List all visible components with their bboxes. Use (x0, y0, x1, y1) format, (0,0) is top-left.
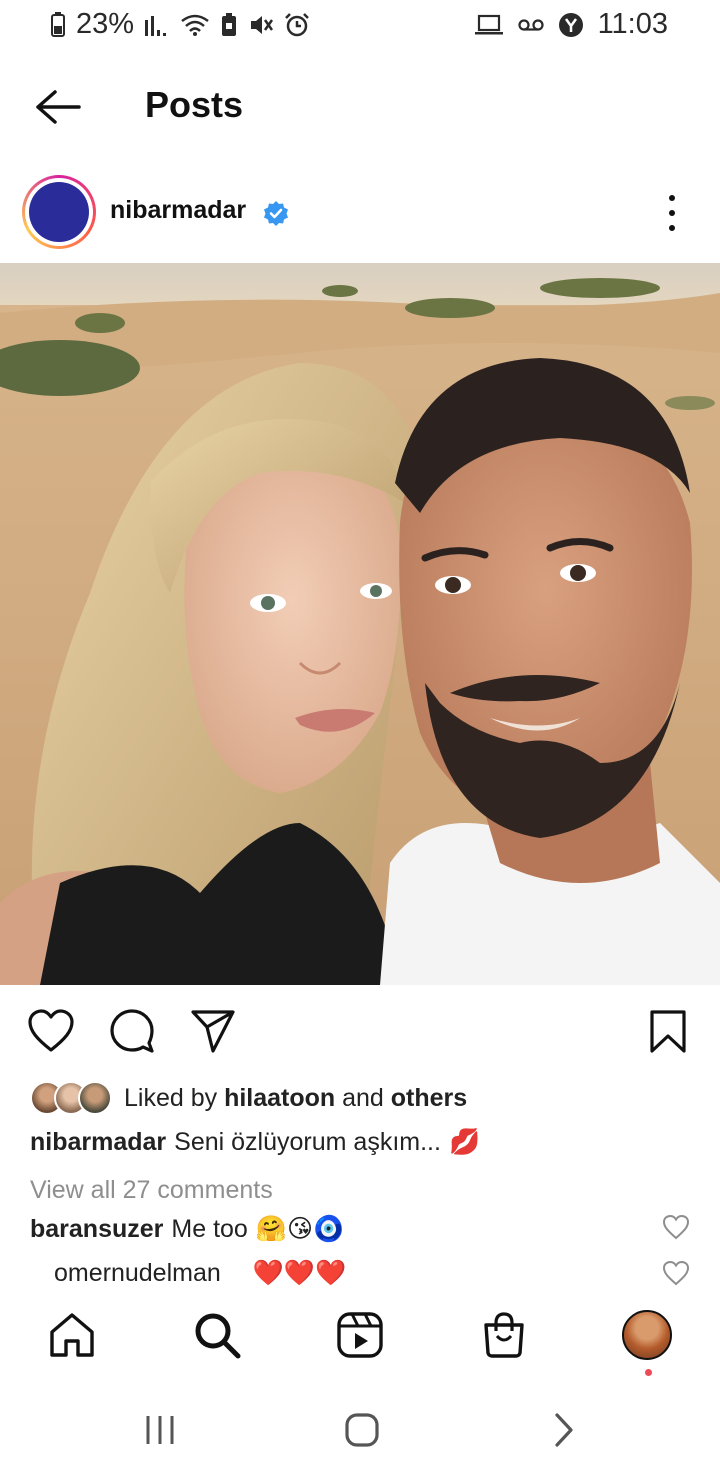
post-caption: nibarmadar Seni özlüyorum aşkım... 💋 (30, 1128, 480, 1157)
post-image (0, 263, 720, 985)
comment-emoji: 🤗😘🧿 (255, 1215, 345, 1243)
caption-text: Seni özlüyorum aşkım... (174, 1128, 441, 1156)
comment-text: Me too (171, 1214, 248, 1243)
heart-icon (28, 1009, 74, 1052)
profile-avatar (622, 1310, 672, 1360)
clock-time: 11:03 (597, 8, 668, 40)
nav-search-button[interactable] (190, 1308, 244, 1362)
mute-icon (248, 13, 274, 37)
home-circle-icon (345, 1413, 379, 1447)
bookmark-icon (650, 1010, 686, 1053)
system-navigation-bar (0, 1390, 720, 1479)
verified-badge-icon (264, 201, 288, 226)
post-author-username[interactable]: nibarmadar (110, 196, 246, 225)
like-button[interactable] (26, 1006, 76, 1056)
battery-saver-icon (220, 12, 238, 37)
reels-icon (337, 1312, 383, 1358)
comment-icon (110, 1009, 154, 1053)
wifi-icon (180, 14, 210, 36)
search-icon (195, 1313, 241, 1359)
system-back-button[interactable] (534, 1408, 594, 1452)
view-all-comments-link[interactable]: View all 27 comments (30, 1176, 273, 1205)
share-button[interactable] (188, 1006, 238, 1056)
top-app-bar: Posts (0, 72, 720, 142)
save-button[interactable] (643, 1006, 693, 1056)
shop-icon (484, 1312, 524, 1358)
likes-others-link[interactable]: others (391, 1084, 467, 1112)
nav-profile-button[interactable] (620, 1308, 674, 1362)
arrow-left-icon (36, 90, 81, 124)
caption-username[interactable]: nibarmadar (30, 1128, 166, 1157)
page-title: Posts (145, 84, 244, 125)
back-button[interactable] (30, 82, 84, 132)
status-bar: 23% 11:03 (0, 0, 720, 52)
post-header: nibarmadar (0, 172, 720, 252)
recents-icon (146, 1416, 174, 1444)
back-chevron-icon (555, 1413, 573, 1447)
comment-like-heart-icon[interactable] (662, 1260, 690, 1286)
likes-row[interactable]: Liked by hilaatoon and others (30, 1078, 467, 1118)
caption-emoji: 💋 (448, 1128, 481, 1156)
y-app-icon (558, 12, 584, 38)
liker-username[interactable]: hilaatoon (224, 1084, 335, 1112)
comment-button[interactable] (107, 1006, 157, 1056)
post-actions (0, 1000, 720, 1060)
battery-percentage: 23% (76, 8, 135, 40)
signal-icon (144, 14, 170, 36)
nav-home-button[interactable] (45, 1308, 99, 1362)
likes-text: Liked by hilaatoon and others (124, 1083, 468, 1112)
nav-shop-button[interactable] (477, 1308, 531, 1362)
comment-username[interactable]: baransuzer (30, 1215, 163, 1244)
comment-item: omernudelman ❤️❤️❤️ (54, 1259, 346, 1288)
comment-item: baransuzer Me too 🤗😘🧿 (30, 1214, 344, 1244)
more-options-button[interactable] (654, 190, 690, 236)
notification-dot (645, 1369, 652, 1376)
comment-username[interactable]: omernudelman (54, 1259, 221, 1288)
voicemail-icon (517, 17, 544, 33)
home-icon (50, 1313, 94, 1357)
recents-button[interactable] (130, 1408, 190, 1452)
post-photo[interactable] (0, 263, 720, 985)
laptop-icon (474, 14, 504, 36)
system-home-button[interactable] (332, 1408, 392, 1452)
alarm-icon (284, 12, 310, 38)
nav-reels-button[interactable] (333, 1308, 387, 1362)
bottom-navigation (0, 1288, 720, 1384)
comment-emoji: ❤️❤️❤️ (252, 1259, 347, 1287)
liker-avatar (78, 1081, 112, 1115)
post-author-avatar[interactable] (22, 175, 96, 249)
comment-like-heart-icon[interactable] (662, 1214, 690, 1240)
battery-icon (50, 11, 66, 38)
send-icon (191, 1010, 235, 1053)
